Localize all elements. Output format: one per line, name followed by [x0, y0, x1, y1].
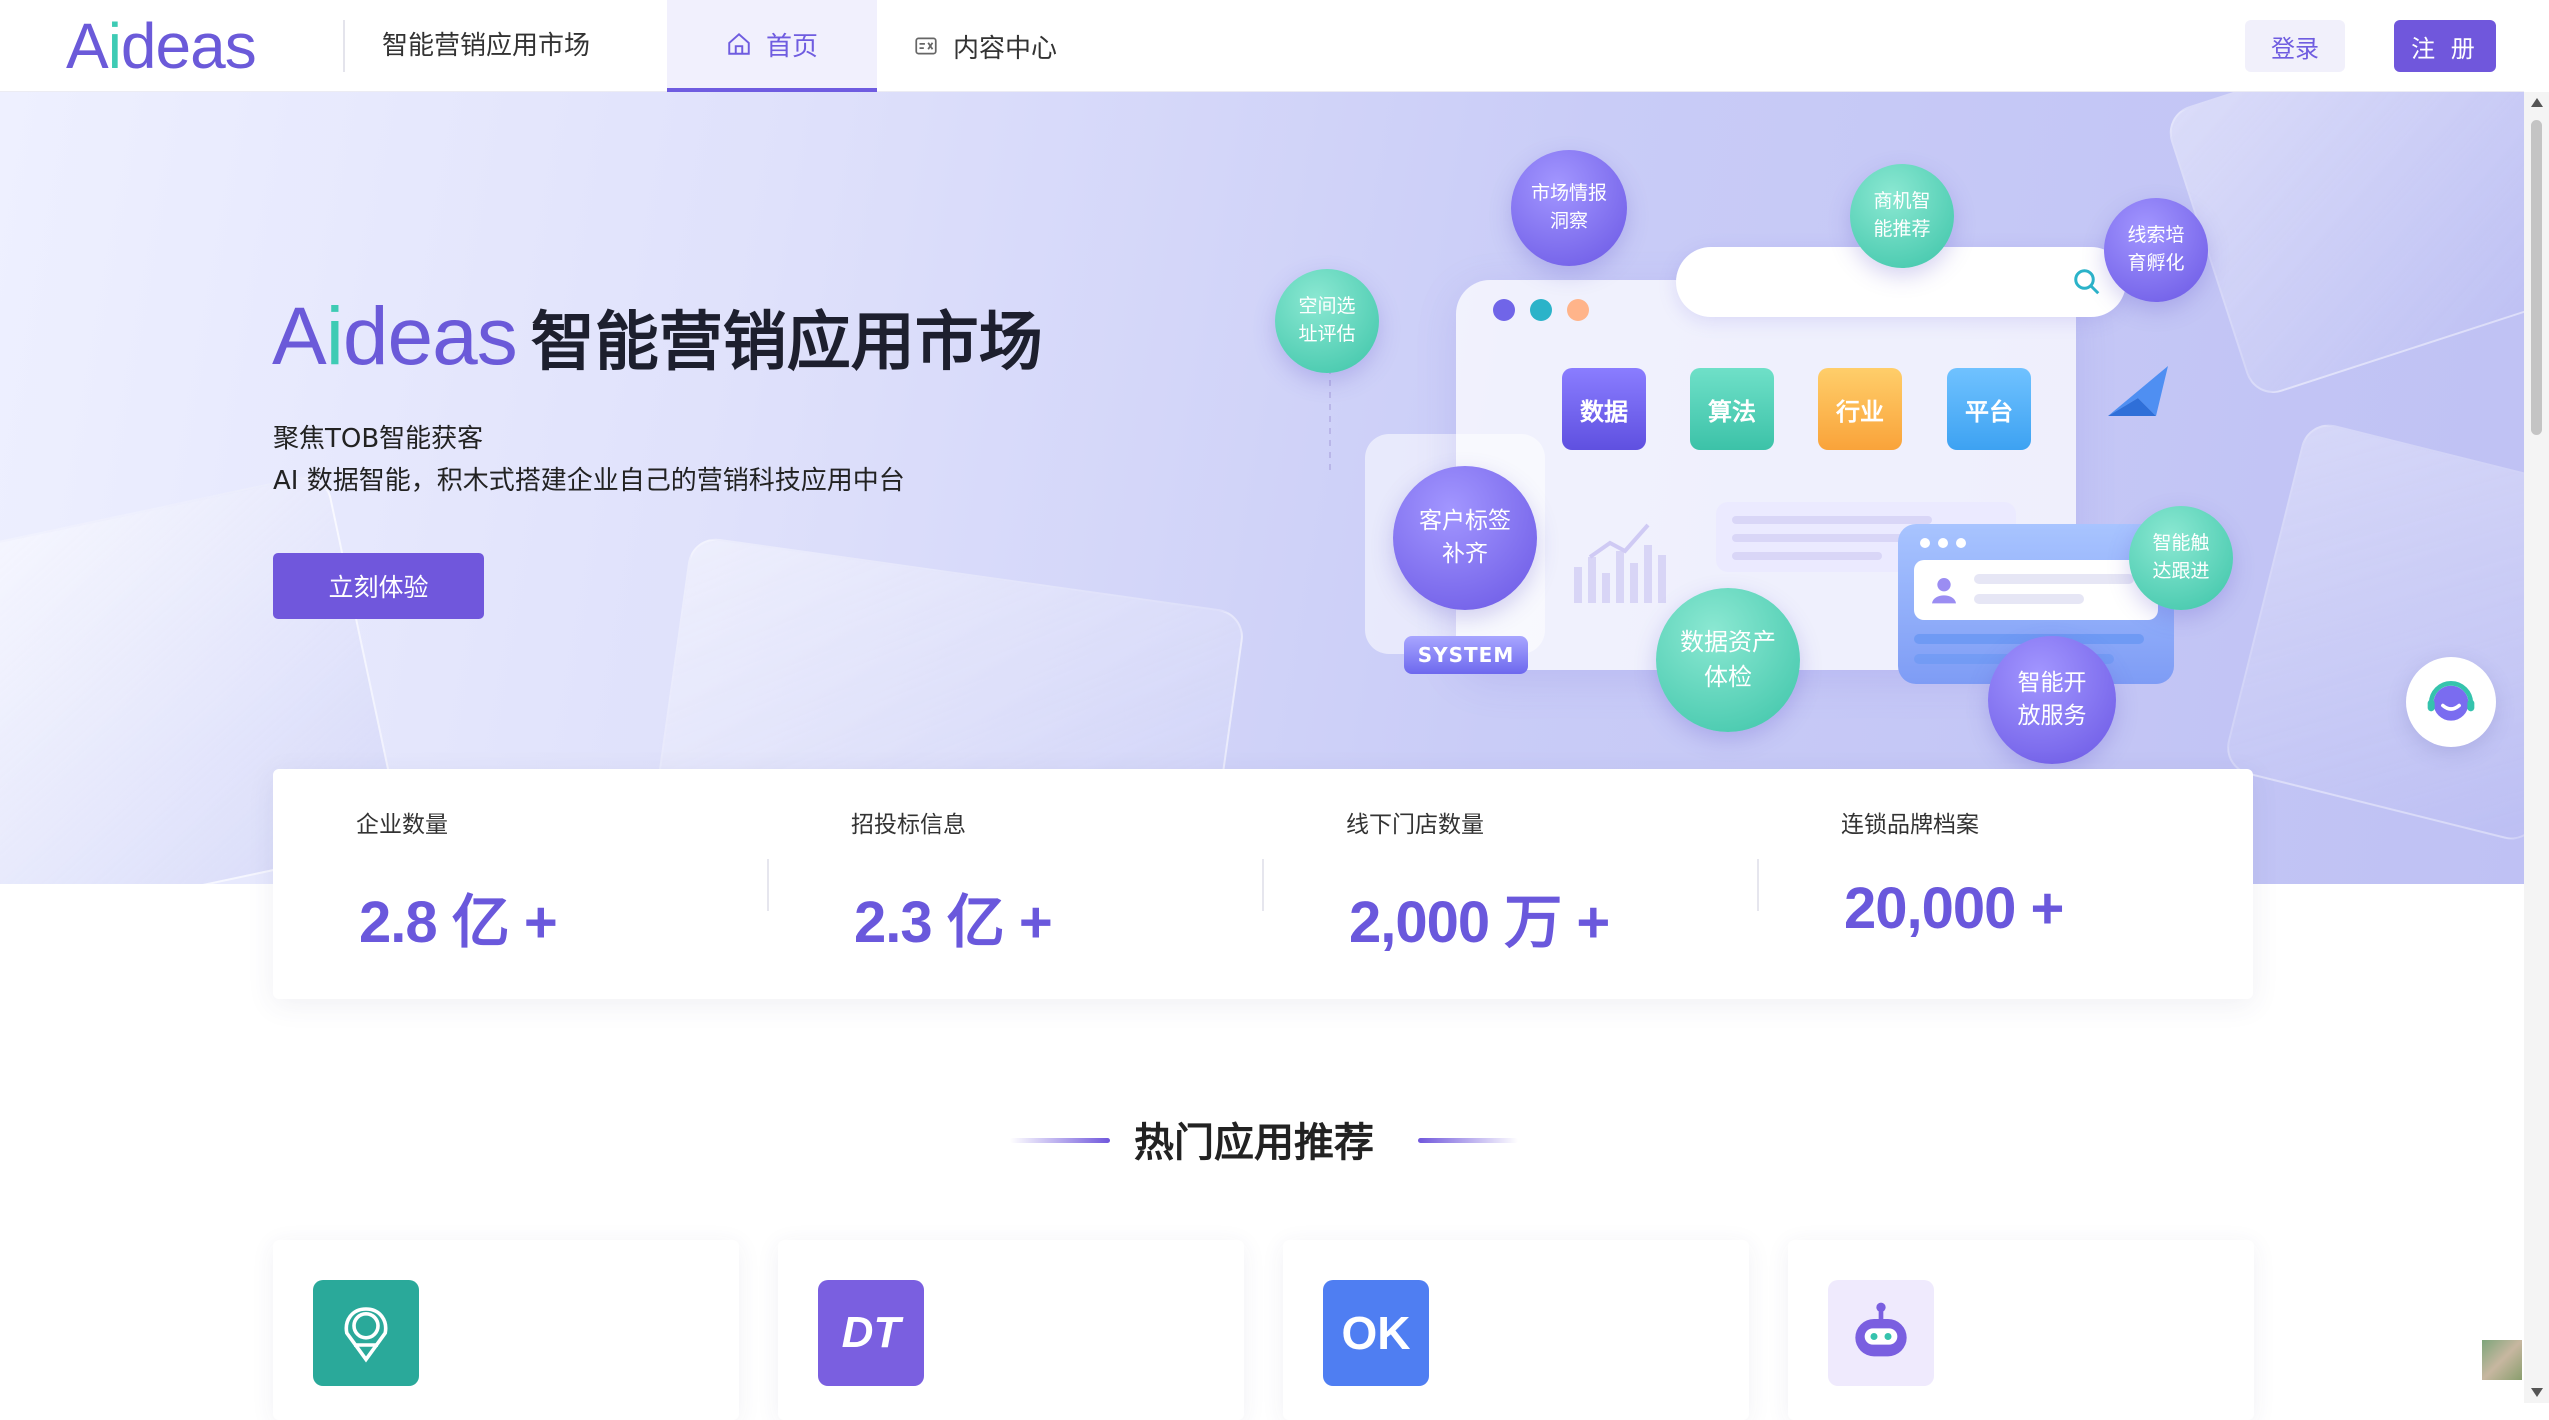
dt-app-icon: DT: [818, 1280, 924, 1386]
headset-icon: [2427, 681, 2475, 721]
register-button[interactable]: 注 册: [2394, 20, 2496, 72]
stat-bidding-info: 招投标信息 2.3 亿 +: [768, 769, 1263, 999]
stat-label: 企业数量: [356, 812, 448, 838]
hero-main-title: 智能营销应用市场: [530, 306, 1043, 380]
stat-label: 招投标信息: [851, 812, 966, 838]
login-button[interactable]: 登录: [2245, 20, 2345, 72]
cursor-arrow-icon: [2108, 366, 2168, 416]
bubble-open-service: 智能开放服务: [1988, 636, 2116, 764]
site-name: 智能营销应用市场: [382, 31, 591, 61]
stat-store-count: 线下门店数量 2,000 万 +: [1263, 769, 1758, 999]
bubble-data-asset-check: 数据资产体检: [1656, 588, 1800, 732]
bubble-opportunity-recommend: 商机智能推荐: [1850, 164, 1954, 268]
thumbnail-image[interactable]: [2482, 1340, 2522, 1380]
nav-tab-content-center-label: 内容中心: [952, 33, 1057, 64]
bubble-market-intelligence: 市场情报洞察: [1511, 150, 1627, 266]
scrollbar-thumb[interactable]: [2531, 120, 2542, 435]
tile-platform: 平台: [1947, 368, 2031, 450]
stat-chain-brands: 连锁品牌档案 20,000 +: [1758, 769, 2253, 999]
bubble-site-selection: 空间选址评估: [1275, 269, 1379, 373]
section-title-decoration: [1418, 1138, 1518, 1143]
robot-app-icon: [1828, 1280, 1934, 1386]
stat-company-count: 企业数量 2.8 亿 +: [273, 769, 768, 999]
app-card[interactable]: [1788, 1240, 2254, 1420]
customer-service-button[interactable]: [2406, 657, 2496, 747]
header-divider: [343, 20, 345, 72]
tile-algorithm: 算法: [1690, 368, 1774, 450]
hero-subtitle-1: 聚焦TOB智能获客: [273, 424, 484, 454]
nav-tab-content-center[interactable]: 内容中心: [880, 0, 1090, 92]
hero-brand: Aideas: [272, 291, 518, 382]
stat-value: 2.8 亿 +: [359, 890, 558, 955]
section-title-decoration: [1010, 1138, 1110, 1143]
bubble-smart-reach: 智能触达跟进: [2129, 506, 2233, 610]
hero-title: Aideas 智能营销应用市场: [272, 290, 1043, 384]
try-now-button[interactable]: 立刻体验: [273, 553, 484, 619]
decorative-cube: [2162, 92, 2524, 401]
app-card[interactable]: [273, 1240, 739, 1420]
location-pin-app-icon: [313, 1280, 419, 1386]
user-icon: [1932, 578, 1956, 604]
scroll-up-arrow-icon[interactable]: [2531, 98, 2543, 107]
page-scrollbar[interactable]: [2524, 92, 2549, 1403]
home-icon: [728, 32, 750, 55]
search-icon: [2074, 269, 2100, 295]
stat-label: 连锁品牌档案: [1841, 812, 1979, 838]
nav-tab-home-label: 首页: [765, 31, 818, 62]
stat-value: 20,000 +: [1844, 876, 2064, 941]
scroll-down-arrow-icon[interactable]: [2531, 1388, 2543, 1397]
stats-panel: 企业数量 2.8 亿 + 招投标信息 2.3 亿 + 线下门店数量 2,000 …: [273, 769, 2253, 999]
stat-label: 线下门店数量: [1346, 812, 1484, 838]
app-card[interactable]: DT: [778, 1240, 1244, 1420]
nav-tab-home[interactable]: 首页: [667, 0, 877, 92]
app-card[interactable]: OK: [1283, 1240, 1749, 1420]
section-title: 热门应用推荐: [1134, 1120, 1374, 1166]
top-header: Aideas 智能营销应用市场 首页 内容中心 登录 注 册: [0, 0, 2524, 92]
bubble-lead-nurturing: 线索培育孵化: [2104, 198, 2208, 302]
stat-value: 2.3 亿 +: [854, 890, 1053, 955]
decorative-cube: [2221, 418, 2524, 846]
ok-app-icon: OK: [1323, 1280, 1429, 1386]
hero-subtitle-2: AI 数据智能，积木式搭建企业自己的营销科技应用中台: [273, 466, 905, 496]
content-center-icon: [915, 37, 937, 55]
tile-industry: 行业: [1818, 368, 1902, 450]
stat-value: 2,000 万 +: [1349, 890, 1610, 955]
logo[interactable]: Aideas: [66, 12, 257, 80]
bubble-customer-tags: 客户标签补齐: [1393, 466, 1537, 610]
hero-banner: Aideas 智能营销应用市场 聚焦TOB智能获客 AI 数据智能，积木式搭建企…: [0, 92, 2524, 884]
